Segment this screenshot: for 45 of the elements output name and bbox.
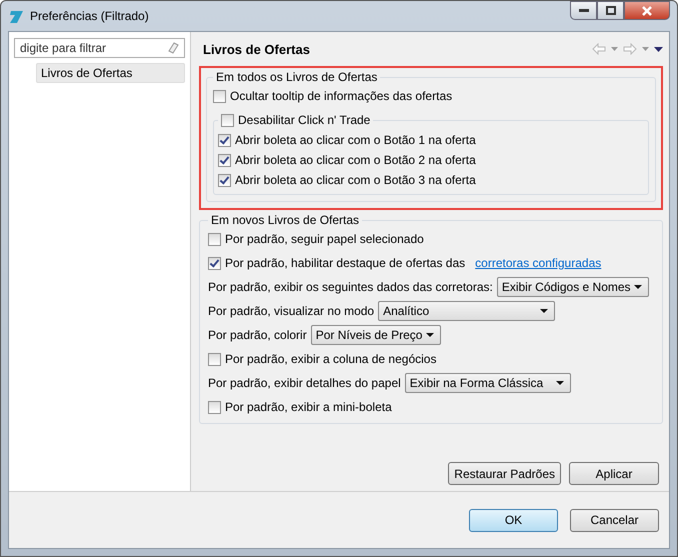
tree-item[interactable]: Livros de Ofertas bbox=[36, 63, 185, 83]
dialog-button[interactable]: OK bbox=[469, 508, 558, 532]
field-label: Por padrão, exibir os seguintes dados das corretoras: bbox=[208, 280, 493, 294]
dropdown[interactable]: Por Níveis de Preço bbox=[310, 325, 441, 345]
dropdown-icon[interactable] bbox=[642, 47, 649, 51]
dropdown[interactable]: Analítico bbox=[378, 301, 556, 321]
group-title: Em novos Livros de Ofertas bbox=[210, 213, 360, 227]
checkbox-option[interactable]: Por padrão, habilitar destaque de ofertas das bbox=[208, 253, 466, 273]
dropdown[interactable]: Exibir na Forma Clássica bbox=[404, 373, 571, 393]
back-arrow-icon[interactable] bbox=[592, 43, 606, 55]
maximize-button[interactable] bbox=[597, 1, 624, 20]
checkbox-option[interactable]: Ocultar tooltip de informações das ofertas bbox=[213, 86, 649, 106]
dialog-button[interactable]: Cancelar bbox=[570, 508, 659, 532]
field-label: Por padrão, colorir bbox=[208, 328, 307, 342]
caret-icon bbox=[426, 333, 434, 337]
close-button[interactable] bbox=[624, 1, 670, 20]
eraser-icon[interactable] bbox=[167, 42, 179, 54]
caret-icon bbox=[540, 309, 548, 313]
field-label: Por padrão, visualizar no modo bbox=[208, 304, 374, 318]
checkbox-option[interactable]: Abrir boleta ao clicar com o Botão 1 na oferta bbox=[218, 130, 644, 150]
app-logo-icon bbox=[8, 8, 24, 24]
menu-icon[interactable] bbox=[654, 46, 663, 52]
checkbox-option[interactable]: Por padrão, exibir a mini-boleta bbox=[208, 395, 654, 419]
dropdown[interactable]: Exibir Códigos e Nomes bbox=[496, 277, 649, 297]
minimize-button[interactable] bbox=[570, 1, 597, 20]
checkbox-option[interactable]: Desabilitar Click n' Trade bbox=[221, 110, 370, 130]
checkbox-option[interactable]: Por padrão, seguir papel selecionado bbox=[208, 227, 654, 251]
filter-field[interactable]: digite para filtrar bbox=[14, 38, 185, 58]
close-icon bbox=[642, 6, 652, 16]
link[interactable]: corretoras configuradas bbox=[475, 256, 602, 270]
page-button[interactable]: Aplicar bbox=[569, 462, 659, 485]
page-title: Livros de Ofertas bbox=[203, 42, 310, 56]
window-title: Preferências (Filtrado) bbox=[30, 9, 149, 23]
dropdown-icon[interactable] bbox=[611, 47, 618, 51]
maximize-icon bbox=[606, 6, 616, 15]
checkbox-option[interactable]: Abrir boleta ao clicar com o Botão 2 na oferta bbox=[218, 150, 644, 170]
forward-arrow-icon[interactable] bbox=[623, 43, 637, 55]
caret-icon bbox=[634, 285, 642, 289]
page-button[interactable]: Restaurar Padrões bbox=[448, 462, 561, 485]
checkbox-option[interactable]: Abrir boleta ao clicar com o Botão 3 na oferta bbox=[218, 170, 644, 190]
checkbox-option[interactable]: Por padrão, exibir a coluna de negócios bbox=[208, 347, 654, 371]
caret-icon bbox=[556, 381, 564, 385]
field-label: Por padrão, exibir detalhes do papel bbox=[208, 376, 401, 390]
group-title: Em todos os Livros de Ofertas bbox=[215, 70, 378, 84]
minimize-icon bbox=[578, 9, 588, 12]
